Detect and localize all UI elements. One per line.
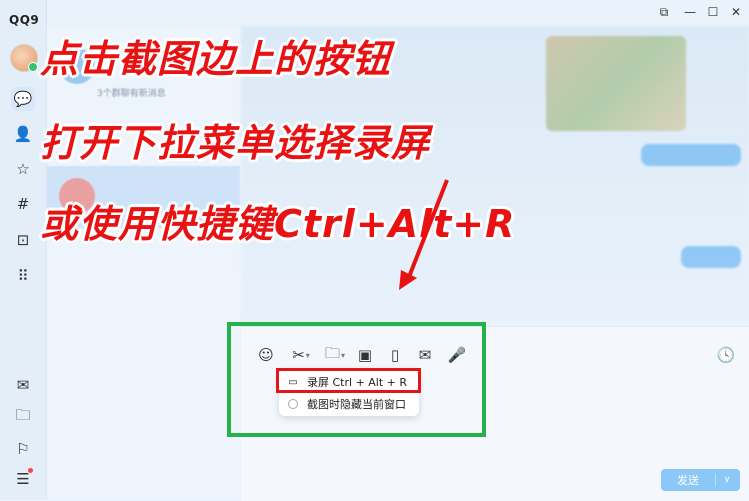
book-icon[interactable]: ⊡ <box>11 228 35 252</box>
chat-icon[interactable]: 💬 <box>11 87 35 111</box>
maximize-button[interactable]: ☐ <box>703 4 723 20</box>
notification-badge <box>28 468 33 473</box>
send-button[interactable]: 发送 ∨ <box>661 469 740 491</box>
app-logo: QQ9 <box>9 13 40 27</box>
list-item-subtitle: 3个群聊有新消息 <box>97 89 166 99</box>
pin-icon[interactable]: ⧉ <box>654 4 674 20</box>
close-button[interactable]: ✕ <box>726 4 746 20</box>
message-bubble <box>681 246 741 268</box>
menu-icon[interactable]: ☰ <box>11 467 35 491</box>
avatar[interactable] <box>10 44 38 72</box>
bookmark-icon[interactable]: ⚐ <box>11 437 35 461</box>
star-icon[interactable]: ☆ <box>11 157 35 181</box>
folder-icon[interactable]: 🗀 <box>11 405 35 429</box>
send-label: 发送 <box>677 474 699 487</box>
highlight-frame-red <box>276 368 421 393</box>
caption-line-2: 打开下拉菜单选择录屏 <box>40 121 431 165</box>
mail-icon[interactable]: ✉ <box>11 373 35 397</box>
online-status-dot <box>28 62 38 72</box>
caption-line-1: 点击截图边上的按钮 <box>40 37 392 81</box>
image-message <box>546 36 686 131</box>
contacts-icon[interactable]: 👤 <box>11 122 35 146</box>
chevron-down-icon[interactable]: ∨ <box>716 475 738 485</box>
pointer-arrow <box>399 179 449 290</box>
hash-icon[interactable]: # <box>11 192 35 216</box>
conversation-list: 3个群聊有新消息 <box>47 26 240 500</box>
menu-icon-glyph: ☰ <box>16 470 30 488</box>
history-icon[interactable]: 🕓 <box>715 344 737 366</box>
message-bubble <box>641 144 741 166</box>
apps-grid-icon[interactable]: ⠿ <box>11 264 35 288</box>
minimize-button[interactable]: — <box>680 4 700 20</box>
